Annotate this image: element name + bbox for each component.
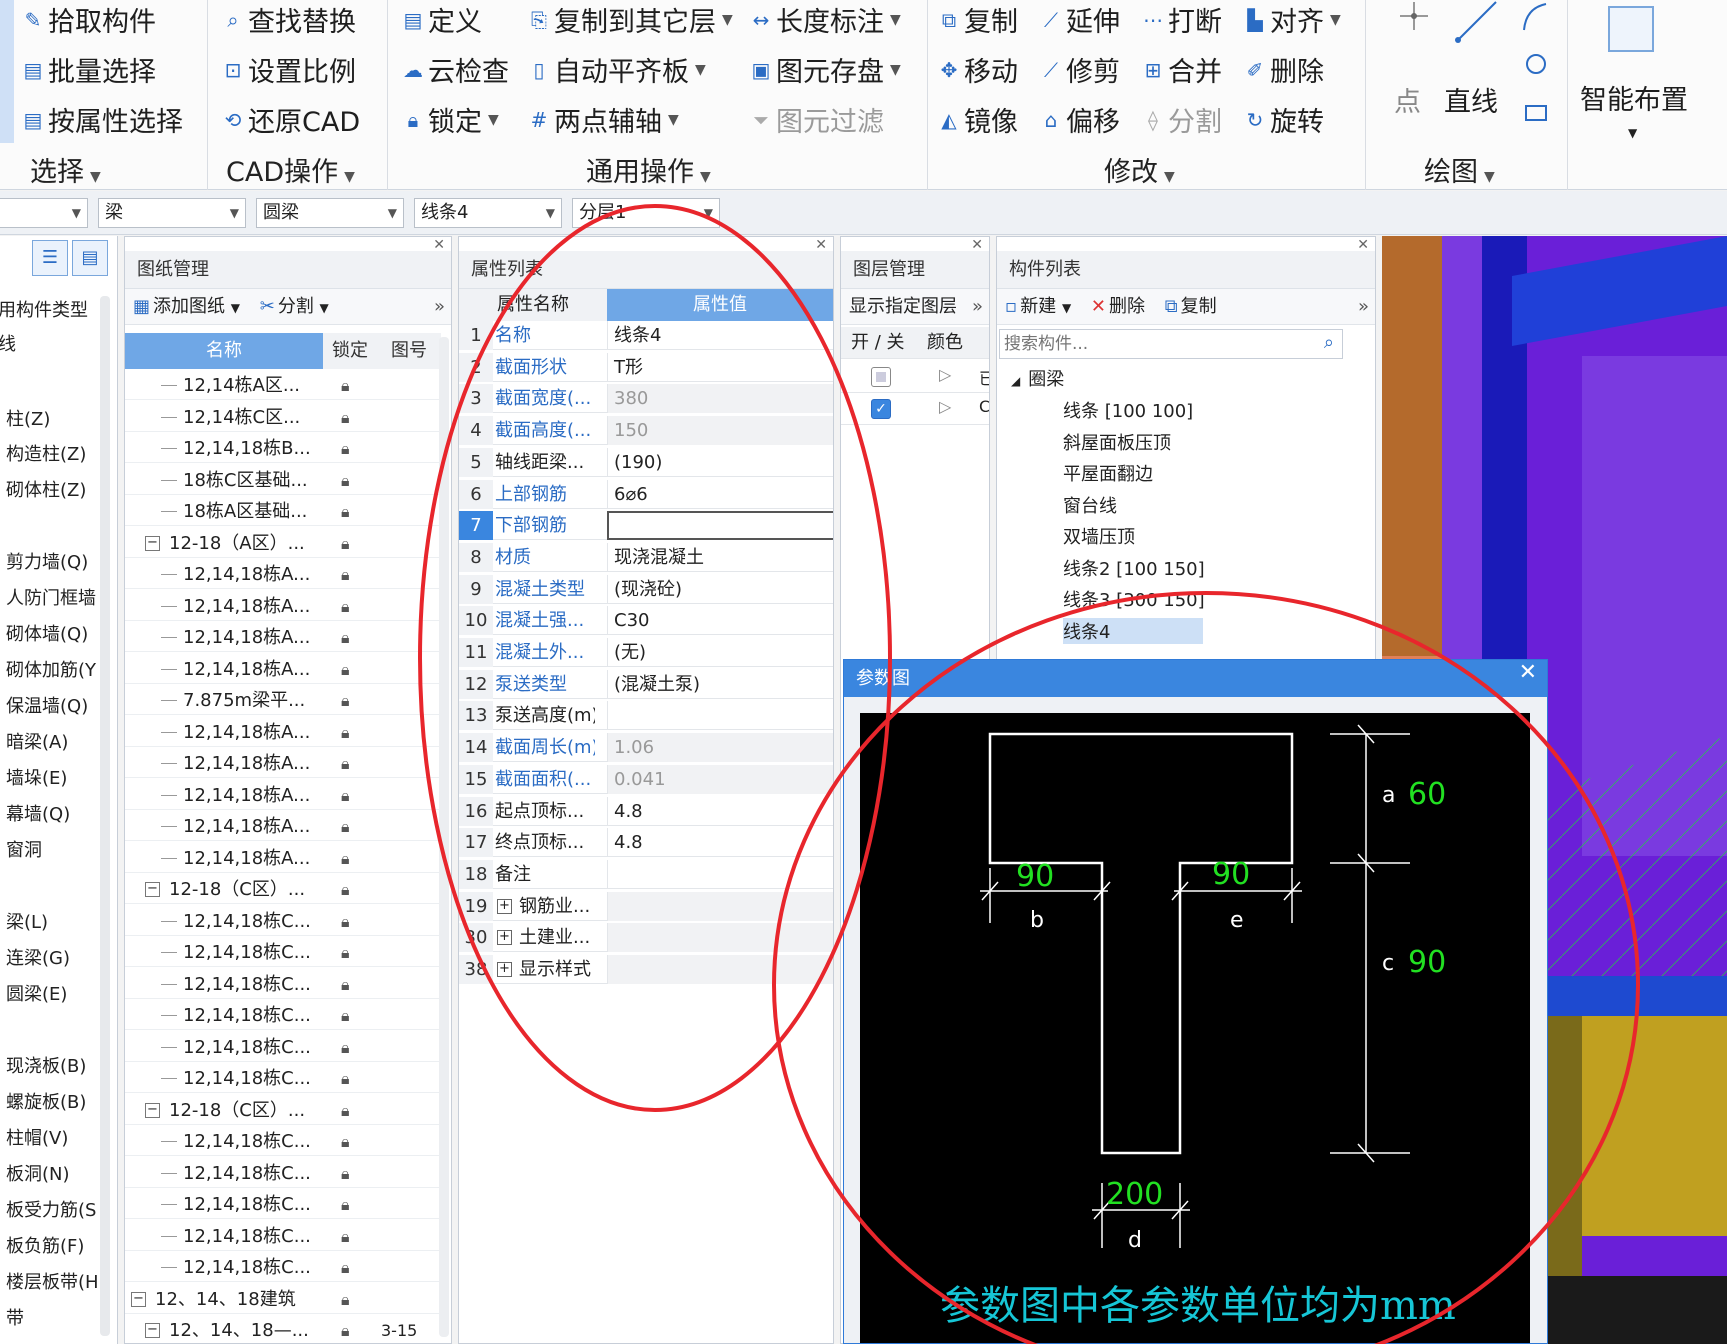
- annotation-circle: [418, 204, 892, 1112]
- annotation-overlay: [418, 204, 1640, 1344]
- annotation-circle: [772, 591, 1640, 1344]
- app-window: ✎ 拾取构件 ▤ 批量选择 ▤ 按属性选择 选择 ▼ ⌕ 查找替换 ⊡ 设置比例 ⟲ 还原CA…: [0, 0, 1727, 1344]
